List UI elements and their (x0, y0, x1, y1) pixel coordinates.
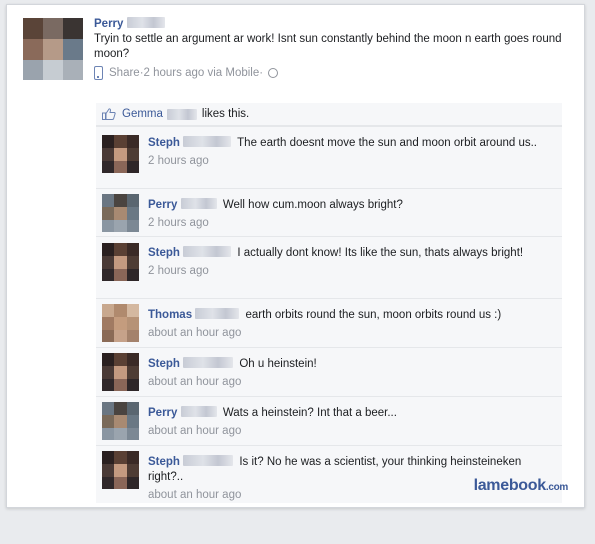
comment-item: Steph I actually dont know! Its like the… (96, 236, 562, 298)
comment-text: Oh u heinstein! (239, 358, 317, 370)
comment-item: Steph Oh u heinstein! about an hour ago (96, 347, 562, 396)
redacted-surname (126, 17, 165, 28)
liker-name[interactable]: Gemma (122, 108, 163, 120)
comments-section: Gemma likes this. Steph The earth doesnt… (96, 103, 562, 503)
comment-text: earth orbits round the sun, moon orbits … (245, 309, 502, 321)
comment-item: Perry Wats a heinstein? Int that a beer.… (96, 396, 562, 445)
comment-author[interactable]: Steph (148, 358, 180, 370)
comment-item: Steph The earth doesnt move the sun and … (96, 126, 562, 188)
avatar[interactable] (102, 243, 139, 281)
feed-story: Perry Tryin to settle an argument ar wor… (6, 4, 585, 508)
redacted-surname (166, 108, 197, 120)
comment-author[interactable]: Thomas (148, 309, 192, 321)
comment-author[interactable]: Perry (148, 407, 177, 419)
redacted-surname (180, 406, 217, 417)
thumbs-up-icon (102, 108, 116, 120)
post-author[interactable]: Perry (94, 18, 123, 30)
likes-row: Gemma likes this. (96, 103, 562, 126)
avatar[interactable] (102, 135, 139, 173)
comment-author[interactable]: Steph (148, 247, 180, 259)
redacted-surname (180, 198, 217, 209)
mobile-icon (94, 66, 103, 80)
redacted-surname (183, 357, 234, 368)
meta-separator: · (259, 67, 264, 79)
post-timestamp[interactable]: 2 hours ago via Mobile (144, 67, 260, 79)
redacted-surname (183, 246, 232, 257)
comment-timestamp[interactable]: 2 hours ago (148, 264, 548, 279)
post-text: Tryin to settle an argument ar work! Isn… (94, 33, 562, 60)
comment-timestamp[interactable]: about an hour ago (148, 424, 548, 439)
comment-author[interactable]: Perry (148, 199, 177, 211)
share-link[interactable]: Share (109, 67, 140, 79)
lamebook-watermark: lamebook.com (473, 477, 569, 494)
comment-timestamp[interactable]: about an hour ago (148, 375, 548, 390)
comment-text: Well how cum.moon always bright? (222, 199, 403, 211)
comment-author[interactable]: Steph (148, 137, 180, 149)
redacted-surname (183, 455, 234, 466)
redacted-surname (195, 308, 240, 319)
avatar[interactable] (102, 304, 139, 342)
post-meta: Share · 2 hours ago via Mobile · (94, 66, 574, 80)
comment-timestamp[interactable]: 2 hours ago (148, 154, 548, 169)
redacted-surname (183, 136, 232, 147)
comment-text: Wats a heinstein? Int that a beer... (222, 407, 397, 419)
avatar[interactable] (102, 451, 139, 489)
avatar[interactable] (102, 194, 139, 232)
comment-item: Thomas earth orbits round the sun, moon … (96, 298, 562, 347)
avatar[interactable] (23, 18, 83, 80)
globe-icon (268, 68, 279, 78)
comment-item: Perry Well how cum.moon always bright? 2… (96, 188, 562, 236)
comment-author[interactable]: Steph (148, 456, 180, 468)
avatar[interactable] (102, 353, 139, 391)
comment-timestamp[interactable]: about an hour ago (148, 326, 548, 341)
likes-suffix: likes this. (201, 108, 250, 120)
avatar[interactable] (102, 402, 139, 440)
comment-timestamp[interactable]: 2 hours ago (148, 216, 548, 231)
comment-text: The earth doesnt move the sun and moon o… (237, 137, 537, 149)
comment-text: I actually dont know! Its like the sun, … (237, 247, 524, 259)
